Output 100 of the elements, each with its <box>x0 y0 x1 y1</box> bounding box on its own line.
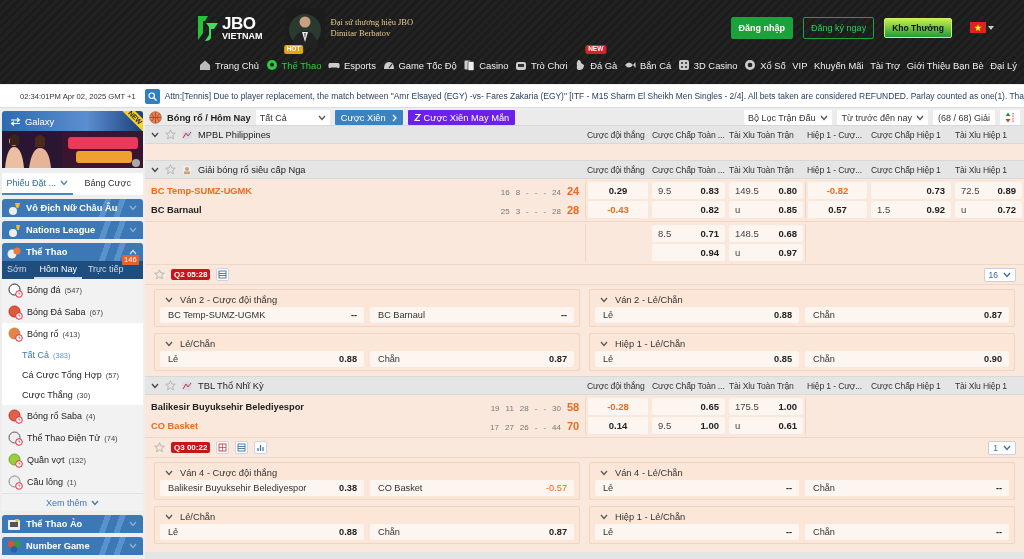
odds-button[interactable]: 0.82 <box>652 201 725 218</box>
odds-button[interactable]: u 0.61 <box>729 417 803 434</box>
sort-button[interactable] <box>1000 110 1020 125</box>
nav-item[interactable]: Đại Lý <box>990 56 1017 74</box>
nav-item[interactable]: Giới Thiệu Bạn Bè <box>906 56 984 74</box>
market-option[interactable]: Chẵn -- <box>805 524 1009 540</box>
parlay-button[interactable]: Cược Xiên <box>334 110 403 125</box>
show-more-link[interactable]: Xem thêm <box>2 493 143 511</box>
period-score: 25 <box>500 206 510 216</box>
nav-item[interactable]: Xổ Số <box>744 56 786 74</box>
market-option[interactable]: BC Temp-SUMZ-UGMK -- <box>160 307 364 323</box>
vietnam-flag-icon[interactable] <box>970 22 986 33</box>
section-header[interactable]: Number Game <box>2 537 143 555</box>
star-icon[interactable] <box>154 442 165 453</box>
star-icon[interactable] <box>165 129 176 140</box>
collapse-chevron-icon[interactable] <box>600 513 608 520</box>
nav-item[interactable]: Khuyến Mãi <box>814 56 864 74</box>
section-header[interactable]: Nations League <box>2 221 143 239</box>
collapse-chevron-icon[interactable] <box>165 469 173 476</box>
reward-button[interactable]: Kho Thưởng <box>884 17 952 38</box>
column-header: Tài Xỉu Hiệp 1 <box>954 380 1008 391</box>
odds-button[interactable]: 175.5 1.00 <box>729 398 803 415</box>
odds-button[interactable]: 8.5 0.71 <box>652 225 725 242</box>
section-header[interactable]: Thể Thao Ảo <box>2 515 143 533</box>
nav-item[interactable]: Đá Gà <box>574 56 618 74</box>
lucky-parlay-button[interactable]: Cược Xiên May Mắn <box>407 110 516 125</box>
slip-tab[interactable]: Bảng Cược <box>72 173 143 195</box>
nav-item[interactable]: Bắn Cá <box>623 56 672 74</box>
odds-button[interactable]: 0.57 <box>808 201 867 218</box>
star-icon[interactable] <box>165 380 176 391</box>
odds-button[interactable]: 9.5 1.00 <box>652 417 725 434</box>
period-dropdown[interactable]: Từ trước đến nay <box>837 110 928 125</box>
sport-tab[interactable]: Sớm <box>2 261 32 279</box>
collapse-chevron-icon[interactable] <box>600 296 608 303</box>
odds-button[interactable]: 1.5 0.92 <box>871 201 951 218</box>
list-icon <box>218 270 228 279</box>
collapse-chevron-icon[interactable] <box>600 469 608 476</box>
slip-tab[interactable]: Phiếu Đặt ... <box>2 173 73 195</box>
market-count-dropdown[interactable]: 1 <box>988 440 1016 455</box>
market-option[interactable]: Lẻ 0.88 <box>160 524 364 540</box>
collapse-chevron-icon[interactable] <box>165 296 173 303</box>
market-option[interactable]: Lẻ 0.88 <box>160 351 364 367</box>
nav-item[interactable]: Esports <box>328 56 376 74</box>
odds-button[interactable]: u 0.85 <box>729 201 803 218</box>
collapse-chevron-icon[interactable] <box>165 513 173 520</box>
league-count-button[interactable]: (68 / 68) Giải <box>932 110 995 125</box>
market-option[interactable]: Lẻ -- <box>595 524 799 540</box>
nav-item[interactable]: Thể Thao <box>265 56 322 74</box>
market-count-dropdown[interactable]: 16 <box>983 267 1016 282</box>
nav-item[interactable]: Tài Trợ <box>870 56 901 74</box>
match-filter-dropdown[interactable]: Bộ Lọc Trận Đấu <box>743 110 833 125</box>
collapse-chevron-icon[interactable] <box>151 166 159 173</box>
odds-button[interactable]: 9.5 0.83 <box>652 182 725 199</box>
odds-button[interactable]: 0.94 <box>652 244 725 261</box>
market-option[interactable]: Chẵn 0.87 <box>370 351 574 367</box>
market-option[interactable]: BC Barnaul -- <box>370 307 574 323</box>
market-option[interactable]: CO Basket -0.57 <box>370 480 574 496</box>
collapse-chevron-icon[interactable] <box>600 340 608 347</box>
market-option[interactable]: Balikesir Buyuksehir Belediyespor 0.38 <box>160 480 364 496</box>
odds-button[interactable]: u 0.72 <box>955 201 1022 218</box>
odds-button[interactable]: 0.29 <box>588 182 648 199</box>
section-header[interactable]: Vô Địch Nữ Châu Âu <box>2 199 143 217</box>
period-score: 28 <box>519 403 529 413</box>
nav-item[interactable]: Casino <box>463 56 509 74</box>
nav-item[interactable]: Trò Chơi <box>515 56 568 74</box>
star-icon[interactable] <box>154 269 165 280</box>
market-title: Lẻ/Chẵn <box>180 511 216 522</box>
market-option[interactable]: Lẻ -- <box>595 480 799 496</box>
market-option[interactable]: Lẻ 0.88 <box>595 307 799 323</box>
market-option[interactable]: Chẵn 0.87 <box>805 307 1009 323</box>
market-title: Hiệp 1 - Lẻ/Chẵn <box>615 338 686 349</box>
nav-item[interactable]: VIP <box>792 56 808 74</box>
market-option[interactable]: Chẵn -- <box>805 480 1009 496</box>
odds-button[interactable]: u 0.97 <box>729 244 803 261</box>
odds-button[interactable]: 72.5 0.89 <box>955 182 1022 199</box>
market-option[interactable]: Chẵn 0.87 <box>370 524 574 540</box>
swap-arrows-icon <box>10 116 21 126</box>
list-button[interactable] <box>216 268 230 281</box>
list-button[interactable] <box>235 441 249 454</box>
odds-button[interactable]: 148.5 0.68 <box>729 225 803 242</box>
filter-dropdown[interactable]: Tất Cả <box>255 110 330 125</box>
odds-button[interactable]: 0.65 <box>652 398 725 415</box>
search-button[interactable] <box>144 88 160 104</box>
star-icon[interactable] <box>165 164 176 175</box>
nav-item[interactable]: 3D Casino <box>677 56 738 74</box>
caret-icon[interactable] <box>988 25 994 30</box>
odds-button[interactable]: 0.73 <box>871 182 951 199</box>
market-option[interactable]: Lẻ 0.85 <box>595 351 799 367</box>
collapse-chevron-icon[interactable] <box>165 340 173 347</box>
stats-button[interactable] <box>254 441 268 454</box>
court-button[interactable] <box>216 441 230 454</box>
odds-button[interactable]: 0.14 <box>588 417 648 434</box>
collapse-chevron-icon[interactable] <box>151 382 159 389</box>
list-icon <box>237 443 247 452</box>
register-button[interactable]: Đăng ký ngay <box>803 16 875 39</box>
nav-item[interactable]: Trang Chủ <box>199 56 259 74</box>
nav-item[interactable]: Game Tốc Độ <box>382 56 457 74</box>
market-option[interactable]: Chẵn 0.90 <box>805 351 1009 367</box>
odds-button[interactable]: 149.5 0.80 <box>729 182 803 199</box>
collapse-chevron-icon[interactable] <box>151 131 159 138</box>
